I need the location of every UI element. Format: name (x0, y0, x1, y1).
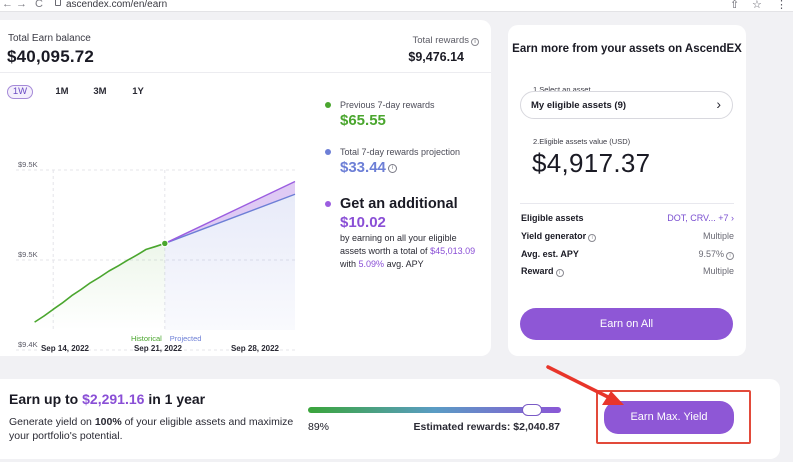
yield-generator-row: Yield generator i Multiple (521, 231, 734, 243)
earn-more-title: Earn more from your assets on AscendEX (512, 43, 742, 55)
max-yield-headline: Earn up to $2,291.16 in 1 year (9, 391, 205, 407)
info-icon[interactable]: i (588, 234, 597, 242)
divider (0, 72, 491, 73)
additional-text-apy: avg. APY (386, 259, 424, 269)
total-rewards-label-text: Total rewards (412, 35, 470, 46)
total-balance-label: Total Earn balance (8, 33, 91, 44)
projection-dot (325, 149, 331, 155)
tab-1m[interactable]: 1M (51, 85, 73, 99)
allocation-slider-thumb[interactable] (522, 404, 542, 416)
eligible-assets-key: Eligible assets (521, 213, 584, 223)
info-icon[interactable]: i (387, 164, 397, 173)
earn-overview-card: Total Earn balance $40,095.72 Total rewa… (0, 20, 491, 356)
browser-toolbar: ← → C ascendex.com/en/earn ⇧ ☆ ⋮ (0, 0, 793, 12)
reload-icon[interactable]: C (35, 0, 43, 10)
reward-row: Reward i Multiple (521, 266, 734, 278)
previous-rewards-value: $65.55 (340, 112, 386, 129)
info-icon[interactable]: i (726, 252, 734, 260)
additional-text-with: with (340, 259, 357, 269)
allocation-percent: 89% (308, 421, 330, 433)
share-icon[interactable]: ⇧ (730, 0, 739, 11)
reward-key-text: Reward (521, 266, 554, 276)
back-icon[interactable]: ← (2, 0, 13, 10)
x-tick-label: Sep 21, 2022 (134, 344, 183, 353)
avg-apy-value-text: 9.57% (698, 249, 724, 259)
y-tick-label: $9.5K (18, 250, 38, 259)
historical-area (34, 243, 165, 330)
avg-apy-key: Avg. est. APY (521, 249, 579, 259)
total-rewards-label: Total rewards i (412, 35, 479, 46)
reward-key: Reward i (521, 266, 564, 277)
headline-text-year: in 1 year (148, 391, 206, 407)
eligible-value: $4,917.37 (532, 148, 651, 178)
address-bar[interactable]: ascendex.com/en/earn (66, 0, 167, 10)
historical-label: Historical (131, 334, 162, 343)
current-point (161, 239, 169, 248)
max-yield-card: Earn up to $2,291.16 in 1 year Generate … (0, 379, 780, 459)
reward-value: Multiple (702, 266, 734, 276)
max-yield-subtext: Generate yield on 100% of your eligible … (9, 415, 299, 443)
headline-amount: $2,291.16 (82, 391, 145, 407)
lock-icon (55, 0, 61, 6)
additional-amount: $45,013.09 (430, 246, 476, 256)
earn-on-all-button[interactable]: Earn on All (520, 308, 733, 340)
eligible-assets-row[interactable]: Eligible assets DOT, CRV... +7 › (521, 213, 734, 225)
previous-rewards-label: Previous 7-day rewards (340, 100, 435, 110)
forward-icon[interactable]: → (16, 0, 27, 10)
x-tick-label: Sep 28, 2022 (231, 344, 280, 353)
estimated-rewards: Estimated rewards: $2,040.87 (413, 421, 561, 433)
asset-select-value: My eligible assets (9) (531, 100, 627, 111)
additional-value: $10.02 (340, 214, 386, 231)
subtext-percent: 100% (94, 416, 122, 428)
yield-generator-value: Multiple (702, 231, 734, 241)
previous-rewards-dot (325, 102, 331, 108)
tab-3m[interactable]: 3M (89, 85, 111, 99)
total-rewards-value: $9,476.14 (408, 50, 464, 64)
tab-1y[interactable]: 1Y (127, 85, 149, 99)
info-icon[interactable]: i (471, 38, 479, 46)
additional-apy: 5.09% (358, 259, 385, 269)
yield-generator-key: Yield generator i (521, 231, 597, 242)
projected-label: Projected (170, 334, 202, 343)
y-tick-label: $9.4K (18, 340, 38, 349)
chevron-right-icon: › (716, 96, 721, 112)
y-tick-label: $9.5K (18, 160, 38, 169)
avg-apy-value: 9.57% i (698, 249, 734, 260)
additional-dot (325, 201, 331, 207)
star-icon[interactable]: ☆ (752, 0, 762, 11)
headline-text: Earn up to (9, 391, 79, 407)
x-tick-label: Sep 14, 2022 (41, 344, 90, 353)
additional-description: by earning on all your eligible assets w… (340, 232, 485, 271)
yield-generator-key-text: Yield generator (521, 231, 587, 241)
earn-more-card: Earn more from your assets on AscendEX 1… (508, 25, 746, 356)
avg-apy-row: Avg. est. APY 9.57% i (521, 249, 734, 261)
divider (520, 203, 734, 204)
rewards-chart: $9.5K $9.5K $9.4K Historical Projected Sep 14… (16, 160, 296, 353)
menu-icon[interactable]: ⋮ (776, 0, 787, 11)
asset-select[interactable]: My eligible assets (9) › (520, 91, 733, 119)
additional-title: Get an additional (340, 196, 458, 212)
subtext-start: Generate yield on (9, 416, 92, 428)
eligible-assets-value[interactable]: DOT, CRV... +7 › (667, 213, 734, 223)
projection-value: $33.44 i (340, 159, 397, 176)
total-balance-value: $40,095.72 (7, 47, 95, 66)
tab-1w[interactable]: 1W (7, 85, 33, 99)
info-icon[interactable]: i (555, 269, 564, 277)
eligible-value-label: 2.Eligible assets value (USD) (533, 137, 631, 146)
projection-value-text: $33.44 (340, 159, 386, 176)
earn-max-yield-button[interactable]: Earn Max. Yield (604, 401, 734, 434)
projection-label: Total 7-day rewards projection (340, 147, 461, 157)
